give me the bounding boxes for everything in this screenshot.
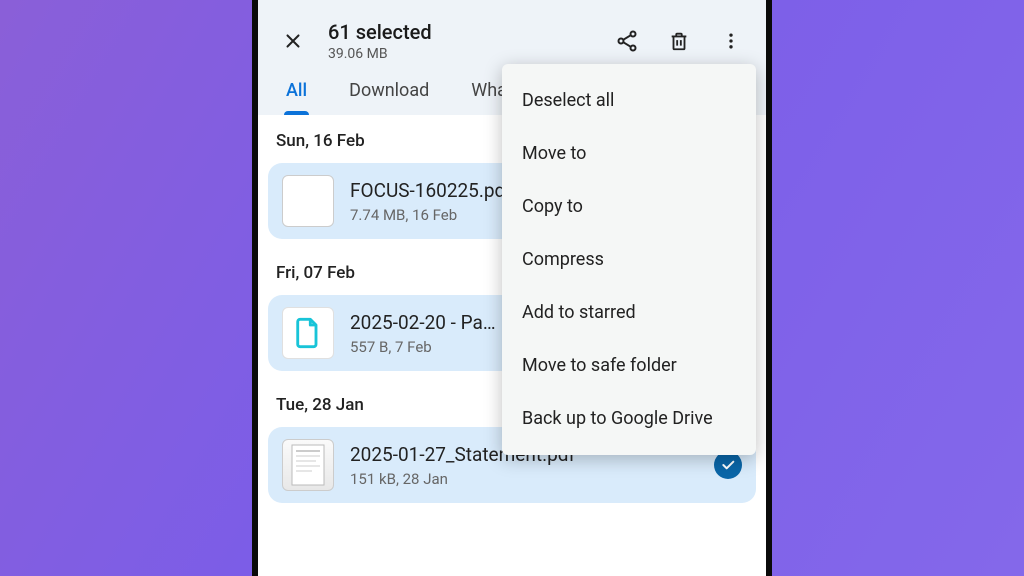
selection-count: 61 selected — [328, 20, 592, 44]
close-button[interactable] — [276, 24, 310, 58]
menu-move-safe[interactable]: Move to safe folder — [502, 339, 756, 392]
selection-size: 39.06 MB — [328, 46, 592, 62]
more-vert-icon — [721, 29, 741, 53]
selection-info: 61 selected 39.06 MB — [328, 20, 592, 62]
tab-download[interactable]: Download — [345, 72, 433, 115]
file-icon — [294, 317, 322, 349]
menu-backup-drive[interactable]: Back up to Google Drive — [502, 392, 756, 445]
share-button[interactable] — [610, 24, 644, 58]
menu-move-to[interactable]: Move to — [502, 127, 756, 180]
file-thumbnail — [282, 439, 334, 491]
document-icon — [288, 442, 328, 488]
menu-add-starred[interactable]: Add to starred — [502, 286, 756, 339]
file-meta: 151 kB, 28 Jan — [350, 470, 698, 488]
trash-icon — [668, 29, 690, 53]
share-icon — [615, 29, 639, 53]
overflow-menu: Deselect all Move to Copy to Compress Ad… — [502, 64, 756, 455]
selected-check[interactable] — [714, 451, 742, 479]
file-thumbnail — [282, 307, 334, 359]
menu-copy-to[interactable]: Copy to — [502, 180, 756, 233]
close-icon — [282, 30, 304, 52]
overflow-button[interactable] — [714, 24, 748, 58]
phone-frame: 61 selected 39.06 MB All Download What S… — [252, 0, 772, 576]
check-icon — [720, 457, 736, 473]
file-thumbnail — [282, 175, 334, 227]
menu-compress[interactable]: Compress — [502, 233, 756, 286]
tab-all[interactable]: All — [282, 72, 311, 115]
delete-button[interactable] — [662, 24, 696, 58]
menu-deselect-all[interactable]: Deselect all — [502, 74, 756, 127]
